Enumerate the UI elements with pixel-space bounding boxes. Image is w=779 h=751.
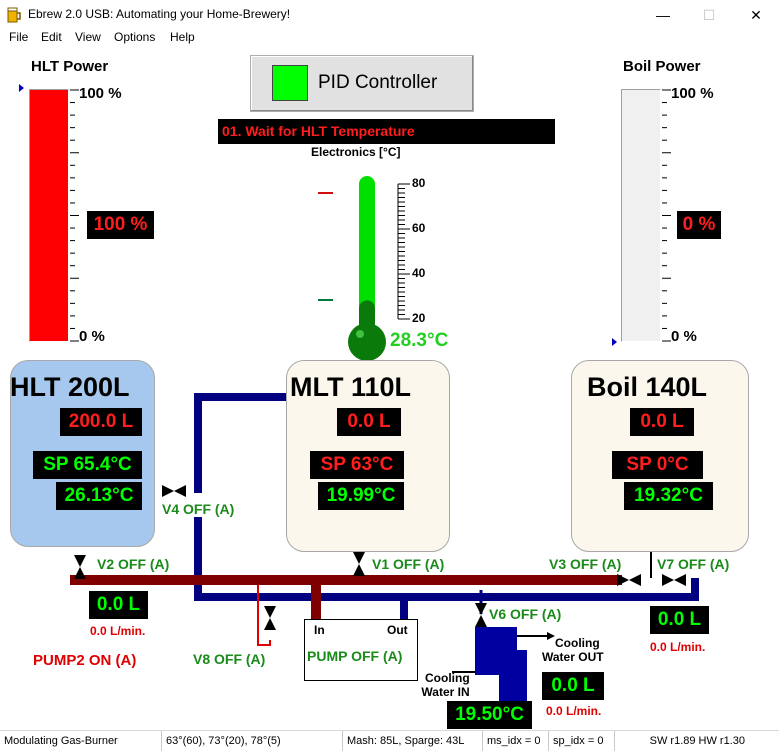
hlt-temperature: 26.13°C <box>56 482 142 510</box>
mlt-title: MLT 110L <box>290 372 412 402</box>
flow3-volume: 0.0 L <box>542 672 604 700</box>
pump-in-label: In <box>314 623 325 637</box>
mlt-volume: 0.0 L <box>337 408 401 436</box>
cooling-water-in-line2: Water IN <box>421 685 470 699</box>
cooling-outlet <box>499 650 527 702</box>
cooling-temperature: 19.50°C <box>447 701 532 729</box>
flow1-rate: 0.0 L/min. <box>90 624 146 638</box>
flow2-volume: 0.0 L <box>650 606 709 634</box>
cooling-water-out-line1: Cooling <box>555 636 600 650</box>
flow2-rate: 0.0 L/min. <box>650 640 706 654</box>
valve-v7-label[interactable]: V7 OFF (A) <box>657 556 729 572</box>
mlt-temperature: 19.99°C <box>318 482 404 510</box>
cooling-water-in-line1: Cooling <box>425 671 470 685</box>
status-ms-idx: ms_idx = 0 <box>483 731 549 751</box>
pump-out-label: Out <box>387 623 408 637</box>
pipe-mlt-to-v4 <box>194 393 286 493</box>
cooling-out-arrowhead <box>547 632 555 640</box>
pump-status: PUMP OFF (A) <box>307 648 403 664</box>
hlt-setpoint: SP 65.4°C <box>33 451 142 479</box>
valve-v3-label[interactable]: V3 OFF (A) <box>549 556 621 572</box>
pump2-status[interactable]: PUMP2 ON (A) <box>33 652 136 669</box>
valve-v8-label[interactable]: V8 OFF (A) <box>193 651 265 667</box>
mlt-setpoint: SP 63°C <box>310 451 404 479</box>
boil-setpoint: SP 0°C <box>612 451 703 479</box>
hlt-volume: 200.0 L <box>60 408 142 436</box>
cooling-water-out-label: Cooling Water OUT <box>542 636 604 664</box>
valve-v2-label[interactable]: V2 OFF (A) <box>97 556 169 572</box>
boil-temperature: 19.32°C <box>624 482 713 510</box>
valve-v6-label[interactable]: V6 OFF (A) <box>489 606 561 622</box>
status-sp-idx: sp_idx = 0 <box>549 731 615 751</box>
boil-volume: 0.0 L <box>630 408 694 436</box>
valve-v4-label[interactable]: V4 OFF (A) <box>162 501 234 517</box>
cooling-water-out-line2: Water OUT <box>542 650 604 664</box>
status-version: SW r1.89 HW r1.30 <box>649 735 745 747</box>
status-mash-temps: 63°(60), 73°(20), 78°(5) <box>162 731 343 751</box>
status-volumes: Mash: 85L, Sparge: 43L <box>343 731 483 751</box>
pump-box[interactable]: In Out PUMP OFF (A) <box>304 619 418 681</box>
boil-title: Boil 140L <box>587 372 708 402</box>
cooling-water-in-label: Cooling Water IN <box>421 671 470 699</box>
valve-v1-label[interactable]: V1 OFF (A) <box>372 556 444 572</box>
hlt-title: HLT 200L <box>10 372 130 402</box>
status-burner: Modulating Gas-Burner <box>0 731 162 751</box>
flow1-volume: 0.0 L <box>89 591 148 619</box>
flow3-rate: 0.0 L/min. <box>546 704 602 718</box>
